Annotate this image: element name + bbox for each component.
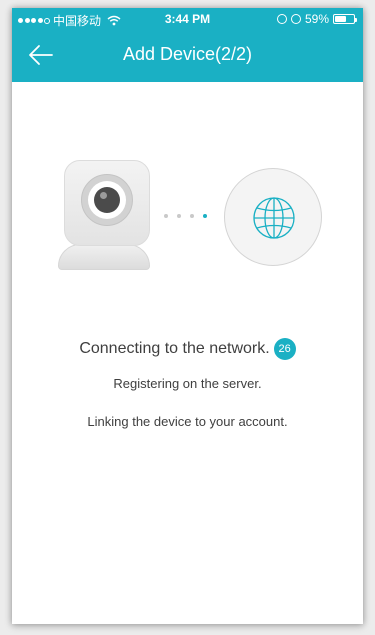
nav-bar: Add Device(2/2) <box>12 30 363 82</box>
battery-fill <box>335 16 346 22</box>
connection-illustration <box>12 138 363 278</box>
orientation-lock-icon <box>276 14 287 24</box>
progress-dots <box>164 214 207 218</box>
battery-icon <box>333 14 357 24</box>
step-linking: Linking the device to your account. <box>87 414 288 429</box>
step-registering: Registering on the server. <box>113 376 262 391</box>
progress-dot <box>164 214 168 218</box>
globe-badge <box>224 168 322 266</box>
camera-lens <box>81 174 133 226</box>
camera-base <box>58 244 150 270</box>
step-connecting-label: Connecting to the network. <box>79 340 270 358</box>
header: 中国移动 3:44 PM 59% Add Device(2/2) <box>12 8 363 82</box>
globe-icon <box>253 197 295 239</box>
progress-dot <box>177 214 181 218</box>
app-screen: 中国移动 3:44 PM 59% Add Device(2/2) Connect… <box>12 8 363 624</box>
step-connecting: Connecting to the network. 26 <box>12 338 363 360</box>
page-title: Add Device(2/2) <box>122 44 253 64</box>
countdown-badge: 26 <box>273 338 296 360</box>
battery-percent: 59% <box>304 12 329 26</box>
alarm-icon <box>290 14 301 24</box>
status-right: 59% <box>276 12 357 26</box>
progress-dot <box>190 214 194 218</box>
camera-icon <box>64 160 150 246</box>
progress-dot-active <box>203 214 207 218</box>
status-bar: 中国移动 3:44 PM 59% <box>12 8 363 30</box>
